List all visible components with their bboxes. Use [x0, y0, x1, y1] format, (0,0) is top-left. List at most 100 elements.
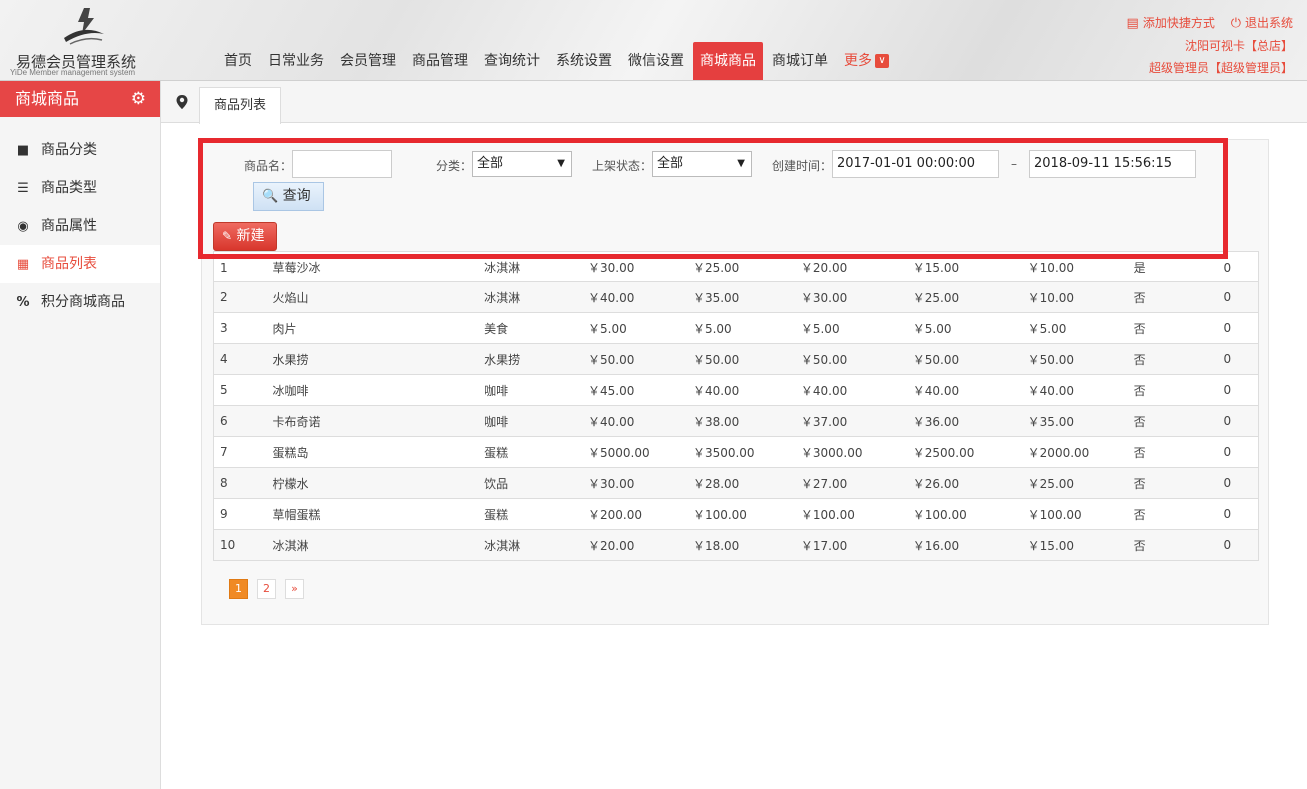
cell-count: 0: [1217, 251, 1259, 282]
sidebar-item-label: 商品属性: [41, 218, 97, 234]
cell-price-2: ￥35.00: [686, 281, 795, 313]
cell-count: 0: [1217, 529, 1259, 561]
table-row[interactable]: 7 蛋糕岛 蛋糕 ￥5000.00 ￥3500.00 ￥3000.00 ￥2500.00 ￥2…: [213, 436, 1259, 468]
nav-query-stats[interactable]: 查询统计: [477, 42, 547, 80]
nav-mall-products[interactable]: 商城商品: [693, 42, 763, 80]
table-row[interactable]: 2 火焰山 冰淇淋 ￥40.00 ￥35.00 ￥30.00 ￥25.00 ￥10.00 否 0: [213, 281, 1259, 313]
sidebar-item-product-type[interactable]: ☰ 商品类型: [0, 169, 160, 207]
date-from-input[interactable]: 2017-01-01 00:00:00: [832, 150, 999, 178]
cell-price-4: ￥16.00: [906, 529, 1022, 561]
cell-price-5: ￥50.00: [1021, 343, 1128, 375]
cell-index: 5: [213, 374, 267, 406]
nav-mall-orders[interactable]: 商城订单: [765, 42, 835, 80]
cell-index: 2: [213, 281, 267, 313]
cell-price-2: ￥18.00: [686, 529, 795, 561]
date-to-input[interactable]: 2018-09-11 15:56:15: [1029, 150, 1196, 178]
cell-price-1: ￥40.00: [582, 281, 687, 313]
cell-price-5: ￥10.00: [1021, 281, 1128, 313]
cell-index: 4: [213, 343, 267, 375]
nav-wechat-settings[interactable]: 微信设置: [621, 42, 691, 80]
nav-home[interactable]: 首页: [217, 42, 259, 80]
table-row[interactable]: 8 柠檬水 饮品 ￥30.00 ￥28.00 ￥27.00 ￥26.00 ￥25.00 否 0: [213, 467, 1259, 499]
table-row[interactable]: 4 水果捞 水果捞 ￥50.00 ￥50.00 ￥50.00 ￥50.00 ￥50.00 否 0: [213, 343, 1259, 375]
date-separator: –: [1011, 157, 1017, 171]
grid-list-icon: ▦: [16, 257, 30, 272]
cell-category: 冰淇淋: [478, 281, 583, 313]
table-row[interactable]: 5 冰咖啡 咖啡 ￥45.00 ￥40.00 ￥40.00 ￥40.00 ￥40.00 否 0: [213, 374, 1259, 406]
page-1-button[interactable]: 1: [229, 579, 248, 599]
next-page-button[interactable]: »: [285, 579, 304, 599]
table-row[interactable]: 9 草帽蛋糕 蛋糕 ￥200.00 ￥100.00 ￥100.00 ￥100.00 ￥100.…: [213, 498, 1259, 530]
gear-icon[interactable]: ⚙: [131, 81, 146, 117]
power-icon: ⏻: [1230, 16, 1241, 31]
cell-index: 9: [213, 498, 267, 530]
cell-name: 卡布奇诺: [266, 405, 479, 437]
add-shortcut-link[interactable]: 添加快捷方式: [1143, 16, 1215, 30]
cell-price-3: ￥40.00: [794, 374, 907, 406]
main-nav: 首页 日常业务 会员管理 商品管理 查询统计 系统设置 微信设置 商城商品 商城…: [217, 42, 898, 80]
cell-name: 冰咖啡: [266, 374, 479, 406]
app-subtitle: YiDe Member management system: [10, 68, 136, 77]
table-row[interactable]: 6 卡布奇诺 咖啡 ￥40.00 ￥38.00 ￥37.00 ￥36.00 ￥35.00 否 0: [213, 405, 1259, 437]
cell-price-4: ￥50.00: [906, 343, 1022, 375]
cell-price-5: ￥100.00: [1021, 498, 1128, 530]
user-info: ▤ 添加快捷方式 ⏻ 退出系统 沈阳可视卡【总店】 超级管理员【超级管理员】: [1115, 12, 1293, 79]
cell-price-4: ￥36.00: [906, 405, 1022, 437]
new-button[interactable]: ✎ 新建: [213, 222, 277, 251]
cell-price-5: ￥40.00: [1021, 374, 1128, 406]
cell-price-5: ￥5.00: [1021, 312, 1128, 344]
category-label: 分类：: [436, 159, 473, 173]
table-row[interactable]: 1 草莓沙冰 冰淇淋 ￥30.00 ￥25.00 ￥20.00 ￥15.00 ￥10.00 是 0: [213, 251, 1259, 282]
category-select[interactable]: 全部 ▼: [472, 151, 572, 177]
nav-product-management[interactable]: 商品管理: [405, 42, 475, 80]
dropdown-arrow-icon: ▼: [557, 158, 565, 169]
sidebar-item-product-category[interactable]: ■ 商品分类: [0, 131, 160, 169]
nav-more[interactable]: 更多 ∨: [837, 42, 896, 80]
user-role: 超级管理员【超级管理员】: [1148, 61, 1293, 75]
table-row[interactable]: 10 冰淇淋 冰淇淋 ￥20.00 ￥18.00 ￥17.00 ￥16.00 ￥15.00 否 0: [213, 529, 1259, 561]
product-name-input[interactable]: [292, 150, 392, 178]
nav-system-settings[interactable]: 系统设置: [549, 42, 619, 80]
cell-price-3: ￥100.00: [794, 498, 907, 530]
cell-price-2: ￥5.00: [686, 312, 795, 344]
cell-on-shelf: 否: [1127, 498, 1218, 530]
cell-price-5: ￥25.00: [1021, 467, 1128, 499]
cell-price-4: ￥100.00: [906, 498, 1022, 530]
cell-price-3: ￥3000.00: [794, 436, 907, 468]
page-2-button[interactable]: 2: [257, 579, 276, 599]
shelf-status-select[interactable]: 全部 ▼: [652, 151, 752, 177]
logout-link[interactable]: 退出系统: [1245, 16, 1293, 30]
tab-bar: 商品列表: [161, 81, 1307, 124]
nav-daily-business[interactable]: 日常业务: [261, 42, 331, 80]
sidebar-item-points-mall[interactable]: % 积分商城商品: [0, 283, 160, 321]
cell-index: 8: [213, 467, 267, 499]
sidebar-item-product-list[interactable]: ▦ 商品列表: [0, 245, 160, 283]
cell-on-shelf: 否: [1127, 312, 1218, 344]
cell-price-1: ￥40.00: [582, 405, 687, 437]
database-icon: ◉: [17, 219, 29, 234]
nav-member-management[interactable]: 会员管理: [333, 42, 403, 80]
cell-on-shelf: 否: [1127, 529, 1218, 561]
cell-price-4: ￥5.00: [906, 312, 1022, 344]
cell-price-3: ￥20.00: [794, 251, 907, 282]
created-time-label: 创建时间：: [772, 159, 833, 173]
tab-product-list[interactable]: 商品列表: [199, 87, 282, 124]
logo[interactable]: 易德会员管理系统 YiDe Member management system: [10, 4, 155, 78]
cell-category: 美食: [478, 312, 583, 344]
location-pin-icon[interactable]: [175, 94, 189, 110]
table-row[interactable]: 3 肉片 美食 ￥5.00 ￥5.00 ￥5.00 ￥5.00 ￥5.00 否 0: [213, 312, 1259, 344]
sidebar: 商城商品 ⚙ ■ 商品分类 ☰ 商品类型 ◉ 商品属性 ▦ 商品列表 % 积分商城商品: [0, 81, 161, 789]
cell-category: 蛋糕: [478, 498, 583, 530]
cell-price-1: ￥5000.00: [582, 436, 687, 468]
cell-price-2: ￥25.00: [686, 251, 795, 282]
cell-name: 柠檬水: [266, 467, 479, 499]
cell-price-3: ￥37.00: [794, 405, 907, 437]
cell-price-1: ￥200.00: [582, 498, 687, 530]
store-name: 沈阳可视卡【总店】: [1184, 39, 1293, 53]
query-button[interactable]: 🔍 查询: [253, 182, 324, 211]
cell-name: 水果捞: [266, 343, 479, 375]
cell-index: 1: [213, 251, 267, 282]
sidebar-item-product-attribute[interactable]: ◉ 商品属性: [0, 207, 160, 245]
new-button-label: 新建: [236, 228, 265, 244]
sidebar-item-label: 积分商城商品: [41, 294, 125, 310]
